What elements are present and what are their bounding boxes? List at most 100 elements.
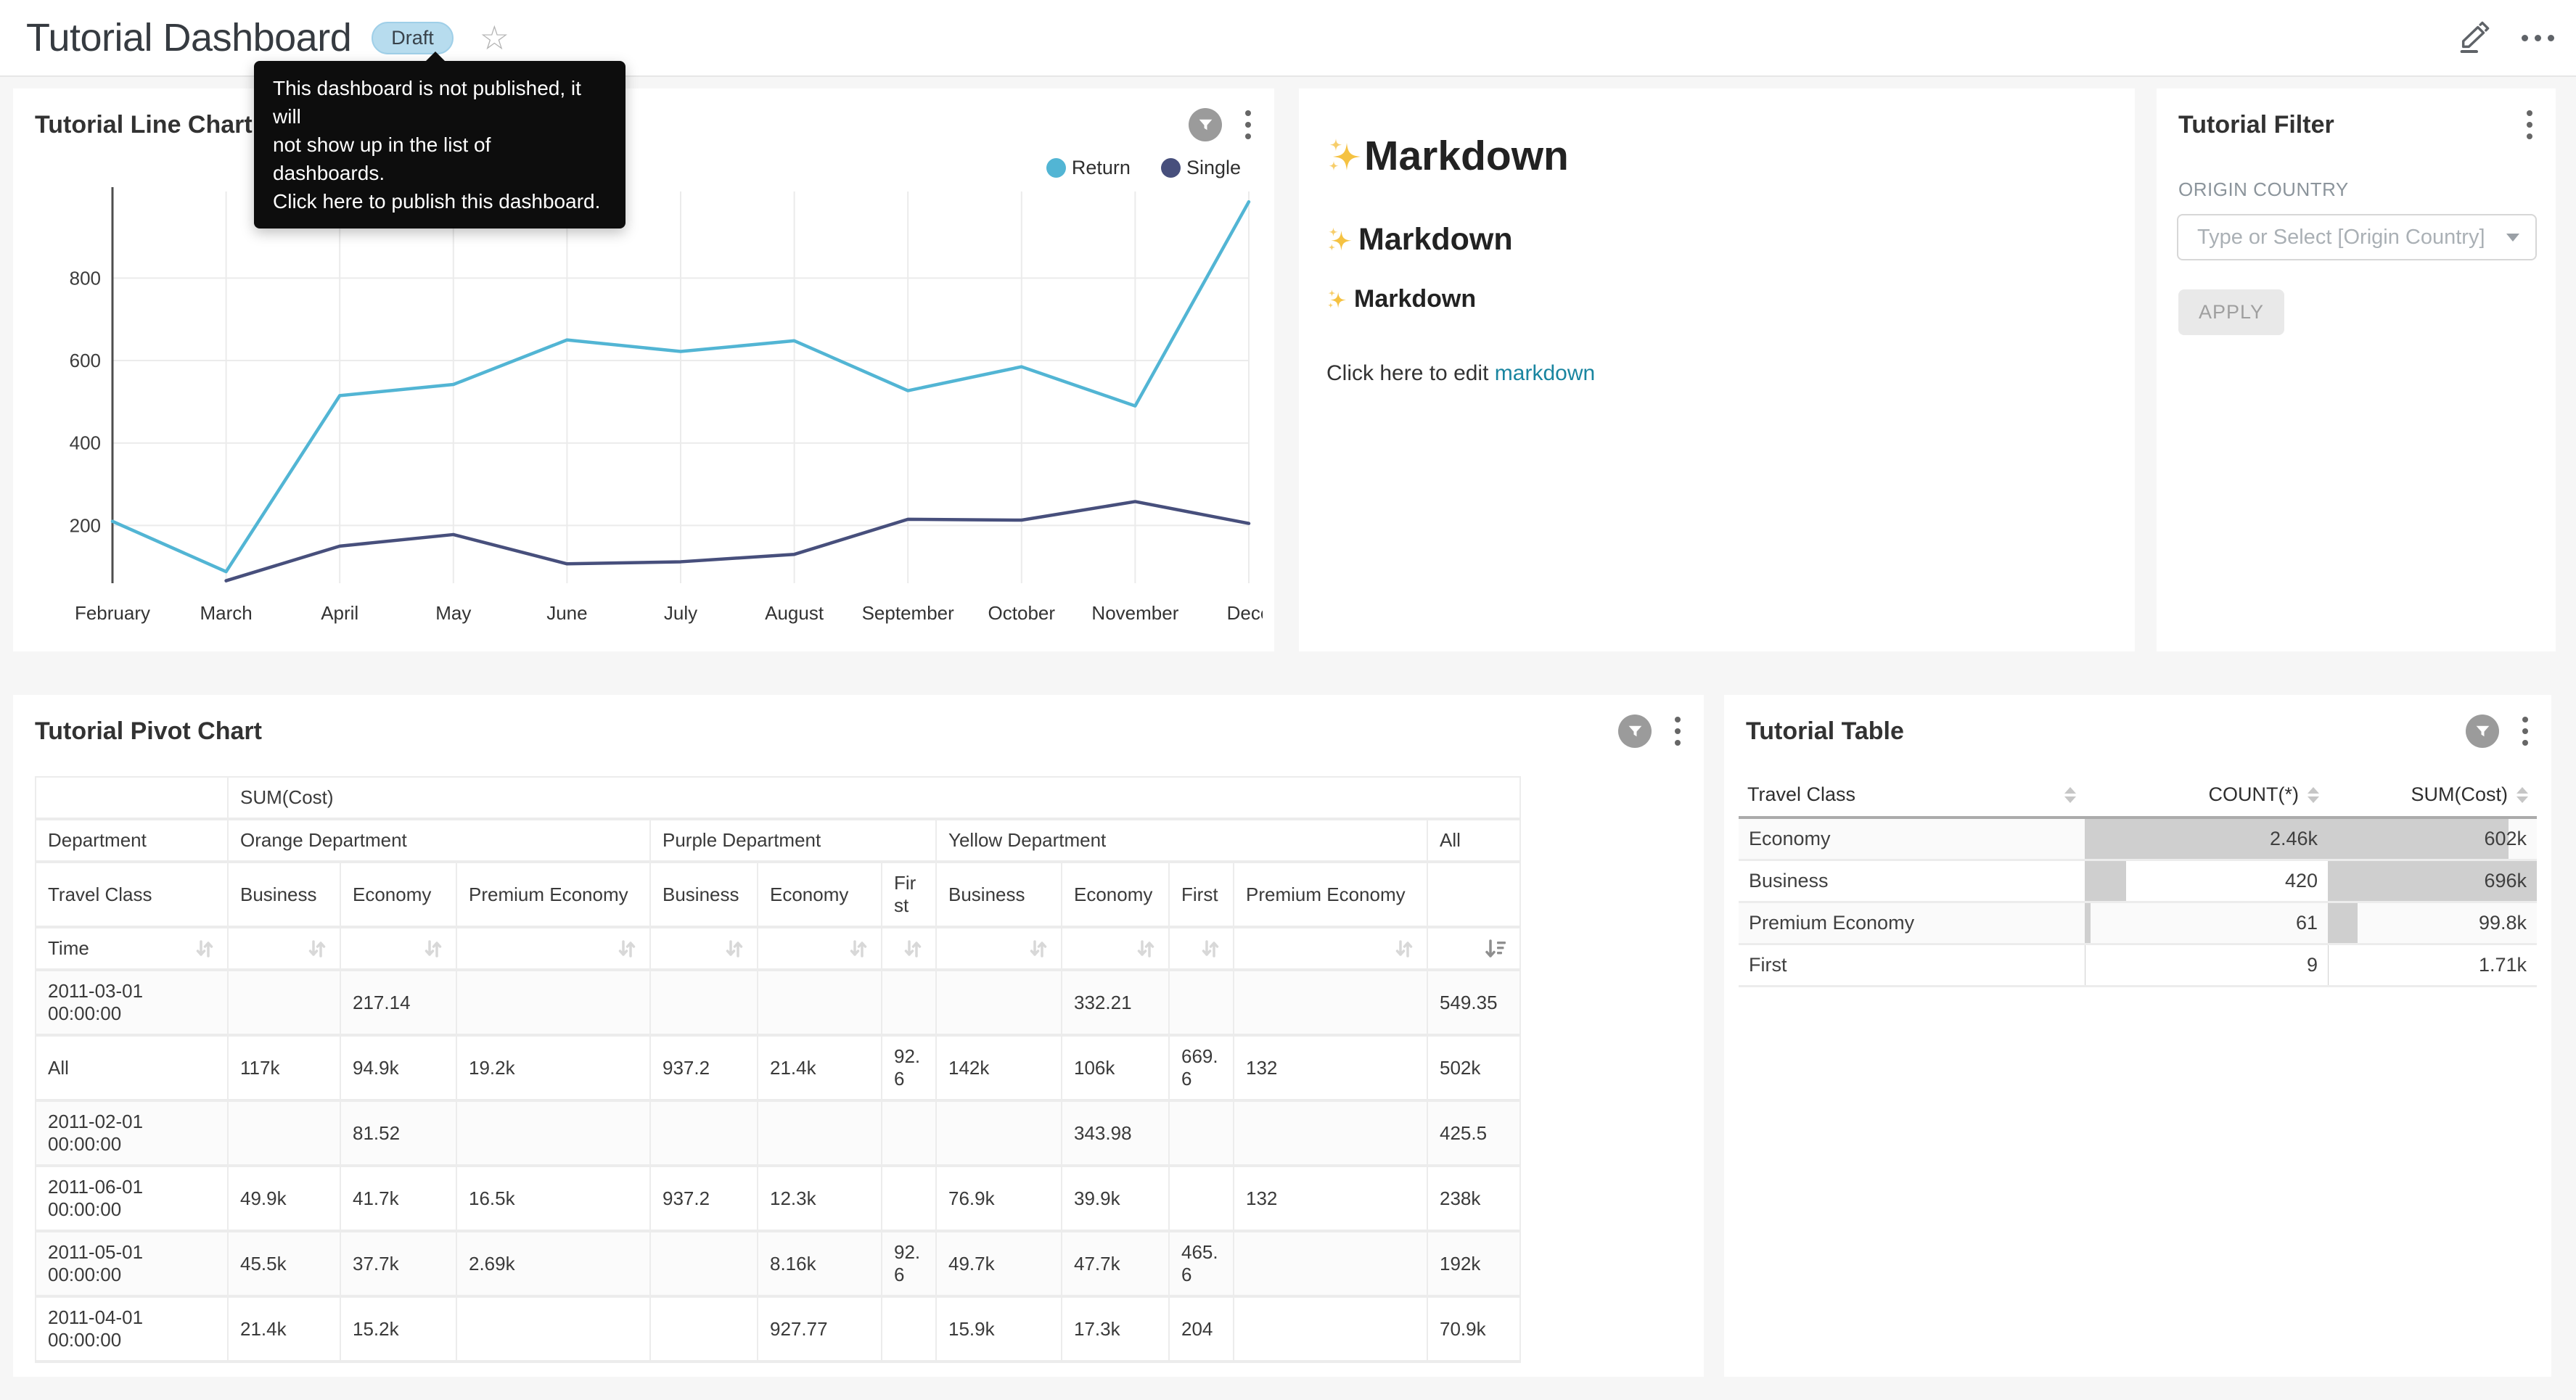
pivot-cell: 425.5 xyxy=(1427,1100,1520,1166)
pivot-class-header: Premium Economy xyxy=(456,862,650,927)
pivot-cell: 70.9k xyxy=(1427,1296,1520,1362)
pivot-row-label: 2011-04-01 00:00:00 xyxy=(36,1296,228,1362)
column-header-travel-class[interactable]: Travel Class xyxy=(1739,773,2085,818)
pivot-cell xyxy=(1169,970,1234,1035)
sort-arrows-icon[interactable] xyxy=(902,938,924,960)
pivot-cell: 927.77 xyxy=(758,1296,882,1362)
page-title: Tutorial Dashboard xyxy=(26,15,351,60)
pivot-cell xyxy=(228,970,340,1035)
pivot-cell: 238k xyxy=(1427,1166,1520,1231)
pivot-cell: 17.3k xyxy=(1062,1296,1169,1362)
y-axis-tick: 600 xyxy=(70,350,101,371)
sort-arrows-icon[interactable] xyxy=(194,938,216,960)
pivot-class-header xyxy=(1427,862,1520,927)
pivot-table: SUM(Cost)DepartmentOrange DepartmentPurp… xyxy=(35,776,1521,1363)
filter-funnel-icon xyxy=(1626,722,1644,741)
table-card-title: Tutorial Table xyxy=(1746,717,1904,746)
column-header-count[interactable]: COUNT(*) xyxy=(2085,773,2328,818)
pivot-cell xyxy=(1234,970,1427,1035)
sort-arrows-icon[interactable] xyxy=(723,938,745,960)
pivot-cell: 204 xyxy=(1169,1296,1234,1362)
sort-arrows-icon[interactable] xyxy=(1393,938,1415,960)
sort-arrows-icon[interactable] xyxy=(306,938,328,960)
pivot-dim-department: Department xyxy=(36,819,228,862)
series-line-single xyxy=(226,501,1249,580)
chevron-down-icon xyxy=(2506,234,2519,242)
pivot-cell: 92.6 xyxy=(882,1231,936,1296)
line-chart-plot: 200400600800FebruaryMarchAprilMayJuneJul… xyxy=(25,180,1263,650)
pivot-cell: 332.21 xyxy=(1062,970,1169,1035)
column-header-sum-cost[interactable]: SUM(Cost) xyxy=(2328,773,2537,818)
pivot-row-label: 2011-05-01 00:00:00 xyxy=(36,1231,228,1296)
pivot-cell xyxy=(758,970,882,1035)
filter-card-menu-button[interactable] xyxy=(2524,107,2535,142)
x-axis-tick: July xyxy=(664,602,697,624)
pencil-icon xyxy=(2458,20,2491,53)
tooltip-line: This dashboard is not published, it will xyxy=(273,74,607,131)
legend-item-return[interactable]: Return xyxy=(1046,157,1131,179)
pivot-cell: 15.9k xyxy=(936,1296,1062,1362)
pivot-cell xyxy=(1169,1100,1234,1166)
pivot-cell xyxy=(456,1296,650,1362)
pivot-cell xyxy=(1169,1166,1234,1231)
filter-badge-button[interactable] xyxy=(1189,108,1222,141)
table-row: Business420696k xyxy=(1739,860,2537,902)
more-menu-button[interactable] xyxy=(2522,35,2554,41)
pivot-group-header: Orange Department xyxy=(228,819,650,862)
table-row: Premium Economy6199.8k xyxy=(1739,902,2537,944)
origin-country-select[interactable]: Type or Select [Origin Country] xyxy=(2177,214,2537,260)
pivot-cell xyxy=(1234,1296,1427,1362)
sort-arrows-icon[interactable] xyxy=(1135,938,1157,960)
sort-arrows-icon[interactable] xyxy=(1027,938,1049,960)
pivot-cell: 669.6 xyxy=(1169,1035,1234,1100)
x-axis-tick: February xyxy=(75,602,150,624)
publish-tooltip[interactable]: This dashboard is not published, it will… xyxy=(254,61,625,228)
sort-arrows-icon[interactable] xyxy=(848,938,869,960)
pivot-cell xyxy=(882,1296,936,1362)
sort-arrows-icon[interactable] xyxy=(1199,938,1221,960)
filter-badge-button[interactable] xyxy=(2466,715,2499,748)
cell-sum-cost: 1.71k xyxy=(2328,944,2537,986)
table-card: Tutorial Table Travel ClassCOUNT(*)SUM(C… xyxy=(1724,695,2551,1377)
sort-arrows-icon[interactable] xyxy=(422,938,444,960)
cell-travel-class: Business xyxy=(1739,860,2085,902)
table-card-menu-button[interactable] xyxy=(2519,714,2531,749)
draft-badge[interactable]: Draft xyxy=(372,22,454,54)
markdown-card[interactable]: Markdown Markdown Markdown Click here to… xyxy=(1299,88,2135,651)
sum-bar xyxy=(2328,945,2329,985)
sort-carets-icon xyxy=(2308,787,2319,803)
sort-carets-icon xyxy=(2516,787,2528,803)
origin-country-label: ORIGIN COUNTRY xyxy=(2178,178,2556,201)
pivot-group-header: Yellow Department xyxy=(936,819,1427,862)
legend-item-single[interactable]: Single xyxy=(1161,157,1241,179)
edit-dashboard-button[interactable] xyxy=(2458,20,2491,57)
pivot-chart-menu-button[interactable] xyxy=(1672,714,1683,749)
x-axis-tick: September xyxy=(862,602,955,624)
cell-sum-cost: 602k xyxy=(2328,818,2537,860)
sort-arrows-icon[interactable] xyxy=(616,938,638,960)
pivot-row-label: 2011-06-01 00:00:00 xyxy=(36,1166,228,1231)
pivot-cell xyxy=(936,970,1062,1035)
filter-badge-button[interactable] xyxy=(1618,715,1652,748)
pivot-cell: 937.2 xyxy=(650,1035,758,1100)
pivot-cell: 37.7k xyxy=(340,1231,456,1296)
pivot-dim-time: Time xyxy=(48,937,89,960)
pivot-cell xyxy=(228,1100,340,1166)
favorite-star-icon[interactable]: ☆ xyxy=(480,21,509,54)
pivot-cell xyxy=(936,1100,1062,1166)
pivot-class-header: First xyxy=(1169,862,1234,927)
pivot-chart-card: Tutorial Pivot Chart SUM(Cost)Department… xyxy=(13,695,1704,1377)
markdown-edit-link[interactable]: markdown xyxy=(1495,361,1595,385)
pivot-cell xyxy=(1234,1231,1427,1296)
pivot-class-header: Premium Economy xyxy=(1234,862,1427,927)
line-chart-menu-button[interactable] xyxy=(1242,107,1254,142)
markdown-h1: Markdown xyxy=(1326,132,2106,180)
tooltip-line: Click here to publish this dashboard. xyxy=(273,187,607,215)
y-axis-tick: 200 xyxy=(70,514,101,536)
cell-count: 9 xyxy=(2085,944,2328,986)
cell-travel-class: First xyxy=(1739,944,2085,986)
x-axis-tick: November xyxy=(1091,602,1178,624)
pivot-cell: 39.9k xyxy=(1062,1166,1169,1231)
sort-desc-icon[interactable] xyxy=(1484,938,1508,960)
apply-button[interactable]: APPLY xyxy=(2178,289,2284,335)
